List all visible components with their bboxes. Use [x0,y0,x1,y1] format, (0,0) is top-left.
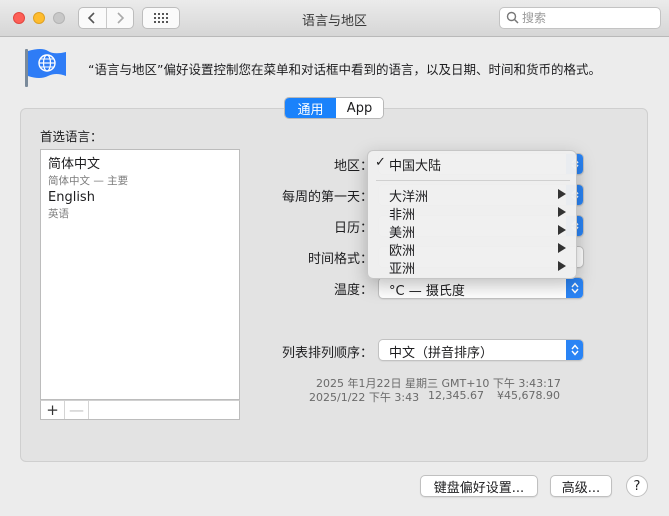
language-name: English [48,190,95,205]
search-field[interactable] [499,7,661,29]
temperature-value: °C — 摄氏度 [389,284,465,299]
tab-general[interactable]: 通用 [285,98,336,118]
list-action-bar: + — [40,400,240,420]
list-sort-order-select[interactable]: 中文（拼音排序） [378,339,584,361]
time-format-label: 时间格式： [308,252,374,267]
checkmark-icon: ✓ [375,155,386,170]
temperature-select[interactable]: °C — 摄氏度 [378,277,584,299]
first-day-of-week-label: 每周的第一天： [282,190,374,205]
submenu-arrow-icon [558,207,566,217]
search-icon [506,11,519,24]
description-text: “语言与地区”偏好设置控制您在菜单和对话框中看到的语言，以及日期、时间和货币的格… [88,62,601,77]
preferred-languages-list[interactable]: 简体中文 简体中文 — 主要 English 英语 [40,149,240,400]
list-item[interactable]: English 英语 [48,190,95,221]
menu-item-label: 欧洲 [389,244,416,259]
submenu-arrow-icon [558,261,566,271]
temperature-label: 温度： [334,283,374,298]
advanced-button[interactable]: 高级... [550,475,612,497]
search-input[interactable] [522,10,656,26]
preferences-window: 语言与地区 “语言与地区”偏好设置控制您在菜单和对话框中看到的语言，以及日期、时… [0,0,669,516]
preferred-languages-label: 首选语言： [40,129,103,144]
menu-item-oceania[interactable]: 大洋洲 [368,186,578,205]
updown-arrows-icon [566,278,583,298]
menu-item-label: 美洲 [389,226,416,241]
submenu-arrow-icon [558,225,566,235]
menu-item-selected-region[interactable]: ✓ 中国大陆 [368,155,578,174]
short-date-preview: 2025/1/22 下午 3:43 [309,391,420,404]
add-language-button[interactable]: + [41,401,65,419]
language-region-flag-icon [25,49,66,87]
menu-item-asia[interactable]: 亚洲 [368,258,578,277]
menu-separator [376,180,570,181]
menu-item-europe[interactable]: 欧洲 [368,240,578,259]
remove-language-button[interactable]: — [65,401,89,419]
tab-app[interactable]: App [336,98,383,118]
language-name: 简体中文 [48,157,101,172]
menu-item-americas[interactable]: 美洲 [368,222,578,241]
sort-order-value: 中文（拼音排序） [389,346,494,361]
region-dropdown-menu: ✓ 中国大陆 大洋洲 非洲 美洲 欧洲 亚洲 [367,150,577,279]
keyboard-preferences-button[interactable]: 键盘偏好设置... [420,475,538,497]
menu-item-label: 非洲 [389,208,416,223]
submenu-arrow-icon [558,189,566,199]
list-item[interactable]: 简体中文 简体中文 — 主要 [48,153,128,188]
list-sort-order-label: 列表排列顺序： [282,346,374,361]
updown-arrows-icon [566,340,583,360]
submenu-arrow-icon [558,243,566,253]
language-subtitle: 英语 [48,208,69,220]
help-button[interactable]: ? [626,475,648,497]
language-subtitle: 简体中文 — 主要 [48,175,129,187]
menu-item-label: 亚洲 [389,262,416,277]
tab-bar: 通用 App [284,97,384,119]
menu-item-label: 中国大陆 [389,159,442,174]
title-bar: 语言与地区 [0,0,669,37]
currency-format-preview: ¥45,678.90 [497,389,560,402]
number-format-preview: 12,345.67 [428,389,484,402]
menu-item-label: 大洋洲 [389,190,429,205]
menu-item-africa[interactable]: 非洲 [368,204,578,223]
